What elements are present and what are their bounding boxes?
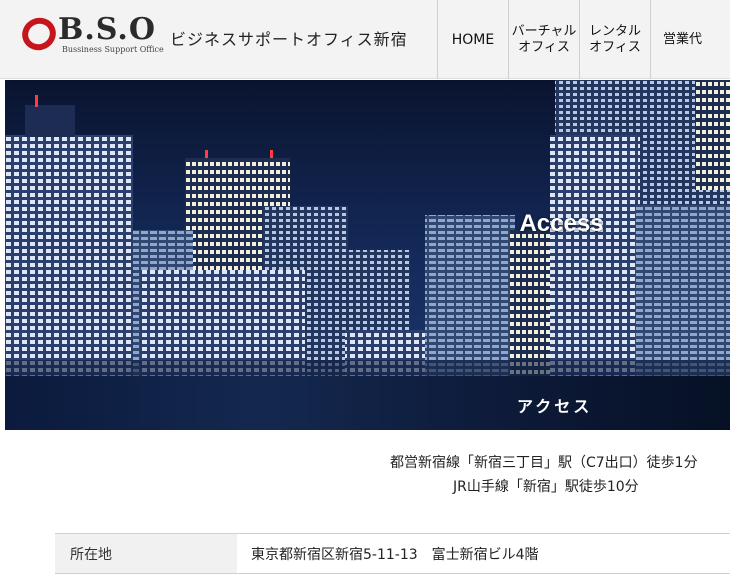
nav-virtual-office[interactable]: バーチャル オフィス (508, 0, 579, 79)
section-header-bar: アクセス (5, 376, 730, 430)
site-header: B.S.O Bussiness Support Office ビジネスサポートオ… (0, 0, 730, 79)
nav-home[interactable]: HOME (437, 0, 508, 79)
logo[interactable]: B.S.O Bussiness Support Office (22, 12, 164, 58)
section-title: アクセス (517, 397, 593, 416)
table-row: 所在地 東京都新宿区新宿5-11-13 富士新宿ビル4階 (55, 534, 730, 574)
row-value-address: 東京都新宿区新宿5-11-13 富士新宿ビル4階 (251, 546, 539, 563)
main-nav: HOME バーチャル オフィス レンタル オフィス 営業代 (437, 0, 710, 79)
hero-title: Access (519, 210, 604, 237)
site-name: ビジネスサポートオフィス新宿 (170, 30, 408, 49)
direction-line-subway: 都営新宿線「新宿三丁目」駅（C7出口）徒歩1分 (390, 455, 698, 471)
logo-subtitle: Bussiness Support Office (62, 45, 164, 54)
direction-line-jr: JR山手線「新宿」駅徒歩10分 (453, 479, 639, 495)
hero-banner: Access (5, 80, 730, 376)
row-label-address: 所在地 (55, 534, 237, 573)
logo-mark-icon (22, 17, 56, 51)
logo-text: B.S.O (58, 12, 156, 47)
info-table: 所在地 東京都新宿区新宿5-11-13 富士新宿ビル4階 (55, 533, 730, 574)
nav-sales-agency[interactable]: 営業代 (650, 0, 710, 79)
nav-rental-office[interactable]: レンタル オフィス (579, 0, 650, 79)
